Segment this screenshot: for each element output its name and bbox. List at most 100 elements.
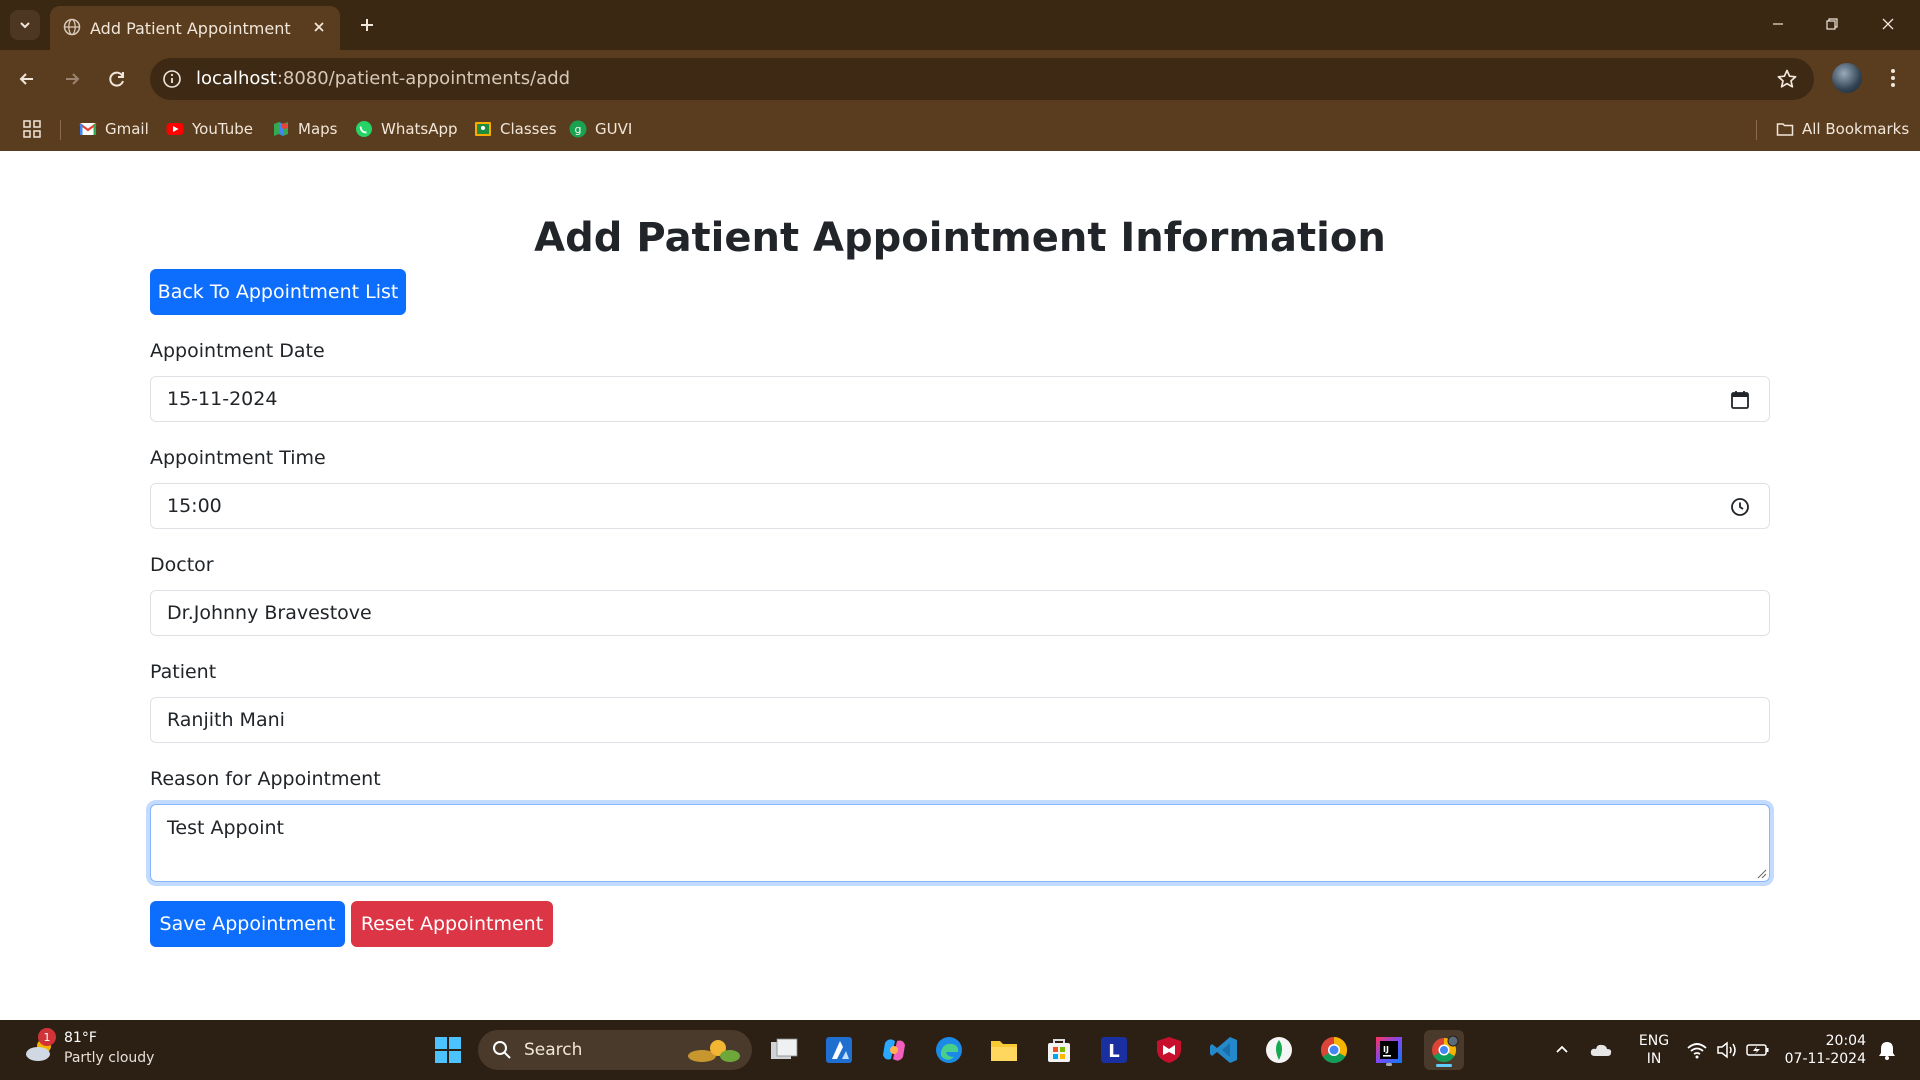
azure-studio-icon — [826, 1037, 852, 1063]
taskbar-app-mcafee[interactable] — [1149, 1030, 1189, 1070]
restore-button[interactable] — [1810, 8, 1854, 40]
bookmark-gmail[interactable]: Gmail — [79, 116, 149, 142]
patient-input[interactable]: Ranjith Mani — [150, 697, 1770, 743]
notifications-button[interactable] — [1872, 1030, 1902, 1070]
browser-toolbar: localhost:8080/patient-appointments/add — [0, 50, 1920, 108]
taskbar-app-intellij[interactable]: IJ — [1369, 1030, 1409, 1070]
tab-close-button[interactable] — [306, 14, 332, 40]
start-button[interactable] — [428, 1030, 468, 1070]
svg-text:IJ: IJ — [1383, 1045, 1389, 1054]
chrome-icon — [1320, 1036, 1348, 1064]
mcafee-shield-icon — [1157, 1037, 1181, 1063]
url-text: localhost:8080/patient-appointments/add — [196, 68, 571, 89]
calendar-icon[interactable] — [1729, 389, 1751, 411]
taskbar-app-edge[interactable] — [929, 1030, 969, 1070]
taskbar-search[interactable]: Search — [478, 1030, 752, 1070]
appointment-time-input[interactable]: 15:00 — [150, 483, 1770, 529]
bookmarks-divider — [1756, 120, 1757, 140]
copilot-icon — [883, 1039, 905, 1061]
appointment-date-input[interactable]: 15-11-2024 — [150, 376, 1770, 422]
system-clock[interactable]: 20:04 07-11-2024 — [1782, 1032, 1866, 1068]
search-highlight-icon — [688, 1040, 740, 1062]
plus-icon — [361, 19, 373, 31]
appointment-time-value: 15:00 — [167, 495, 222, 517]
new-tab-button[interactable] — [352, 10, 382, 40]
bookmark-whatsapp[interactable]: WhatsApp — [355, 116, 458, 142]
address-bar[interactable]: localhost:8080/patient-appointments/add — [150, 58, 1814, 100]
close-window-button[interactable] — [1866, 8, 1910, 40]
language-indicator[interactable]: ENG IN — [1634, 1032, 1674, 1068]
taskbar-app-copilot[interactable] — [874, 1030, 914, 1070]
bookmark-youtube[interactable]: YouTube — [166, 116, 253, 142]
bookmark-guvi[interactable]: g GUVI — [569, 116, 632, 142]
page-title: Add Patient Appointment Information — [534, 215, 1386, 261]
taskbar-app-store[interactable] — [1039, 1030, 1079, 1070]
mongodb-icon — [1266, 1037, 1292, 1063]
cloud-icon — [1590, 1044, 1612, 1056]
taskbar-app-vscode[interactable] — [1204, 1030, 1244, 1070]
folder-icon — [1776, 123, 1794, 136]
doctor-value: Dr.Johnny Bravestove — [167, 602, 372, 624]
battery-button[interactable] — [1744, 1030, 1772, 1070]
windows-icon — [435, 1037, 461, 1063]
bookmark-star-icon[interactable] — [1776, 68, 1798, 90]
taskbar-app-l[interactable]: L — [1094, 1030, 1134, 1070]
bookmarks-bar: Gmail YouTube Maps WhatsApp Classes g GU… — [0, 108, 1920, 151]
page-content: Add Patient Appointment Information Back… — [0, 151, 1920, 1020]
task-view-button[interactable] — [764, 1030, 804, 1070]
volume-button[interactable] — [1714, 1030, 1740, 1070]
browser-menu-button[interactable] — [1878, 63, 1908, 93]
task-view-icon — [771, 1038, 798, 1059]
tab-search-button[interactable] — [10, 10, 40, 40]
minimize-button[interactable] — [1756, 8, 1800, 40]
minimize-icon — [1773, 23, 1783, 25]
taskbar-app-file-explorer[interactable] — [984, 1030, 1024, 1070]
profile-avatar[interactable] — [1832, 63, 1862, 93]
resize-handle-icon[interactable] — [1755, 867, 1767, 879]
onedrive-button[interactable] — [1586, 1030, 1616, 1070]
appointment-date-label: Appointment Date — [150, 340, 325, 362]
weather-widget[interactable]: 1 81°F Partly cloudy — [20, 1028, 180, 1072]
gmail-icon — [79, 123, 97, 135]
taskbar-app-chrome-profile[interactable] — [1424, 1030, 1464, 1070]
back-button[interactable] — [10, 62, 44, 96]
apps-button[interactable] — [22, 116, 42, 142]
youtube-icon — [166, 123, 184, 135]
save-appointment-button[interactable]: Save Appointment — [150, 901, 345, 947]
clock-icon[interactable] — [1729, 496, 1751, 518]
guvi-icon: g — [569, 120, 587, 138]
site-info-icon[interactable] — [162, 69, 182, 89]
reason-textarea[interactable]: Test Appoint — [150, 804, 1770, 882]
arrow-left-icon — [19, 73, 33, 85]
back-to-list-button[interactable]: Back To Appointment List — [150, 269, 406, 315]
taskbar-app-azure[interactable] — [819, 1030, 859, 1070]
show-hidden-icons-button[interactable] — [1548, 1030, 1576, 1070]
active-app-indicator — [1436, 1064, 1452, 1067]
svg-text:L: L — [1108, 1041, 1119, 1062]
apps-grid-icon — [23, 120, 41, 138]
all-bookmarks-button[interactable]: All Bookmarks — [1776, 116, 1909, 142]
taskbar-app-chrome[interactable] — [1314, 1030, 1354, 1070]
appointment-time-label: Appointment Time — [150, 447, 326, 469]
reload-button[interactable] — [100, 62, 134, 96]
taskbar-app-mongodb[interactable] — [1259, 1030, 1299, 1070]
active-tab[interactable]: Add Patient Appointment — [50, 6, 340, 50]
bookmark-maps[interactable]: Maps — [272, 116, 337, 142]
globe-icon — [63, 18, 81, 36]
tab-strip: Add Patient Appointment — [0, 0, 1920, 50]
doctor-input[interactable]: Dr.Johnny Bravestove — [150, 590, 1770, 636]
maps-icon — [274, 122, 288, 136]
doctor-label: Doctor — [150, 554, 214, 576]
forward-button[interactable] — [55, 62, 89, 96]
wifi-button[interactable] — [1684, 1030, 1710, 1070]
classroom-icon — [475, 122, 491, 136]
edge-icon — [936, 1037, 962, 1063]
svg-text:g: g — [575, 123, 582, 136]
patient-value: Ranjith Mani — [167, 709, 285, 731]
close-icon — [1882, 18, 1894, 30]
reset-appointment-button[interactable]: Reset Appointment — [351, 901, 553, 947]
bookmark-classes[interactable]: Classes — [474, 116, 557, 142]
restore-icon — [1826, 18, 1838, 30]
l-app-icon: L — [1101, 1037, 1127, 1063]
weather-temp: 81°F — [64, 1030, 97, 1046]
